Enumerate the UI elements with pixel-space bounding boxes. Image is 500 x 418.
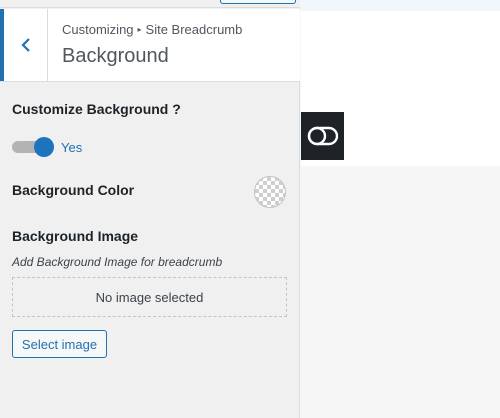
toggle-state-text: Yes — [61, 140, 83, 155]
section-title: Background — [62, 45, 169, 67]
breadcrumb-parent: Customizing — [62, 22, 134, 37]
image-placeholder: No image selected — [12, 277, 287, 317]
select-image-button[interactable]: Select image — [12, 330, 107, 358]
publish-button-edge[interactable] — [220, 0, 296, 4]
section-header: Customizing ▸ Site Breadcrumb Background — [0, 9, 300, 82]
panel-top-strip — [0, 0, 300, 8]
chevron-left-icon — [20, 38, 30, 52]
back-button[interactable] — [0, 9, 48, 81]
toggle-icon — [307, 126, 338, 146]
preview-top-bar — [301, 0, 500, 11]
background-image-label: Background Image — [12, 228, 139, 244]
background-color-picker[interactable] — [254, 176, 286, 208]
customize-background-toggle[interactable] — [12, 137, 56, 157]
customizer-panel: Customizing ▸ Site Breadcrumb Background C… — [0, 0, 300, 418]
preview-footer-area — [301, 166, 500, 418]
breadcrumb: Customizing ▸ Site Breadcrumb — [62, 22, 242, 37]
background-color-label: Background Color — [12, 182, 135, 198]
background-image-description: Add Background Image for breadcrumb — [12, 255, 223, 269]
toggle-knob — [34, 137, 54, 157]
breadcrumb-separator: ▸ — [137, 25, 142, 34]
customize-background-label: Customize Background ? — [12, 101, 181, 117]
breadcrumb-section: Site Breadcrumb — [145, 22, 243, 37]
image-placeholder-text: No image selected — [95, 289, 204, 305]
preview-toggle-button[interactable] — [301, 112, 344, 160]
